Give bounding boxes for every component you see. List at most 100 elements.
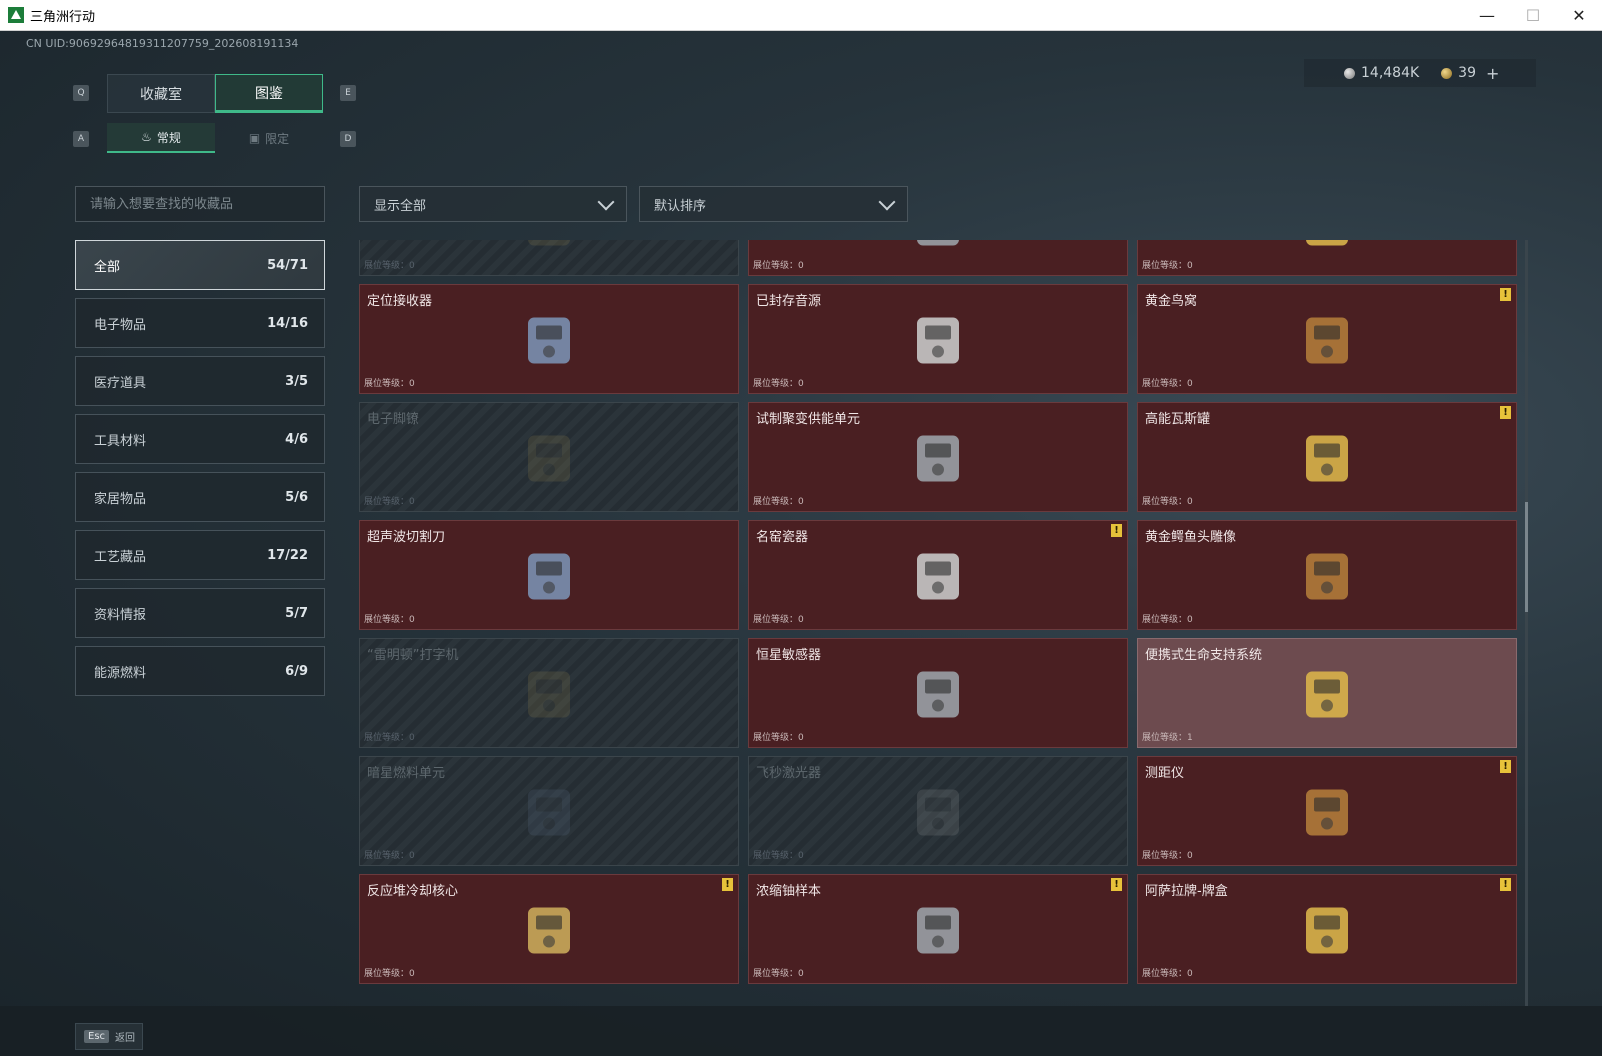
category-intel[interactable]: 资料情报 5/7 [75, 588, 325, 638]
item-card[interactable]: 展位等级：0 [359, 240, 739, 276]
item-level: 展位等级：0 [364, 848, 415, 861]
item-card[interactable]: 反应堆冷却核心 展位等级：0! [359, 874, 739, 984]
category-count: 54/71 [267, 257, 308, 273]
item-level: 展位等级：0 [753, 966, 804, 979]
search-input[interactable] [75, 186, 325, 222]
item-card[interactable]: 飞秒激光器 展位等级：0 [748, 756, 1128, 866]
item-card[interactable]: 黄金鸟窝 展位等级：0! [1137, 284, 1517, 394]
maximize-icon[interactable]: ☐ [1510, 0, 1556, 31]
cutter-icon [528, 553, 570, 600]
item-name: 已封存音源 [756, 294, 822, 309]
item-level-value: 0 [1187, 497, 1193, 507]
app-logo-icon [8, 7, 24, 23]
tab-regular[interactable]: ♨ 常规 [107, 123, 215, 153]
category-count: 5/6 [285, 489, 308, 505]
item-card[interactable]: 高能瓦斯罐 展位等级：0! [1137, 402, 1517, 512]
item-level-value: 0 [1187, 969, 1193, 979]
item-name: 测距仪 [1145, 766, 1185, 781]
item-card[interactable]: 已封存音源展位等级：0 [748, 284, 1128, 394]
item-level-label: 展位等级： [753, 969, 799, 979]
tab-codex[interactable]: 图鉴 [215, 74, 323, 113]
category-medical[interactable]: 医疗道具 3/5 [75, 356, 325, 406]
category-electronics[interactable]: 电子物品 14/16 [75, 298, 325, 348]
item-name: 高能瓦斯罐 [1145, 412, 1211, 427]
new-badge-icon: ! [1111, 524, 1122, 537]
item-level: 展位等级：0 [364, 258, 415, 271]
chevron-down-icon [597, 193, 615, 211]
currency-display: 14,484K 39 + [1304, 59, 1536, 87]
scrollbar-thumb[interactable] [1525, 502, 1528, 612]
map-icon [917, 240, 959, 246]
item-card[interactable]: 试制聚变供能单元 展位等级：0 [748, 402, 1128, 512]
minimize-icon[interactable]: — [1464, 0, 1510, 31]
new-badge-icon: ! [1111, 878, 1122, 891]
chevron-down-icon [878, 193, 896, 211]
tab-collection-room[interactable]: 收藏室 [107, 74, 215, 113]
item-level: 展位等级：1 [1142, 730, 1193, 743]
item-card[interactable]: “雷明顿”打字机 展位等级：0 [359, 638, 739, 748]
category-count: 3/5 [285, 373, 308, 389]
item-name: “雷明顿”打字机 [367, 648, 459, 663]
add-currency-button[interactable]: + [1486, 64, 1499, 83]
item-name: 定位接收器 [367, 294, 433, 309]
golden-nest-icon [1306, 317, 1348, 364]
close-icon[interactable]: ✕ [1556, 0, 1602, 31]
item-card[interactable]: 暗星燃料单元 展位等级：0 [359, 756, 739, 866]
item-name: 超声波切割刀 [367, 530, 446, 545]
item-card[interactable]: 恒星敏感器 展位等级：0 [748, 638, 1128, 748]
item-card[interactable]: 电子脚镣 展位等级：0 [359, 402, 739, 512]
gold-amount: 39 [1458, 65, 1476, 81]
item-level: 展位等级：0 [753, 494, 804, 507]
new-badge-icon: ! [1500, 288, 1511, 301]
category-household[interactable]: 家居物品 5/6 [75, 472, 325, 522]
key-hint-prev-main: Q [73, 85, 89, 101]
sort-dropdown[interactable]: 默认排序 [639, 186, 908, 222]
back-button[interactable]: Esc 返回 [75, 1023, 143, 1050]
display-filter-dropdown[interactable]: 显示全部 [359, 186, 627, 222]
item-level-value: 0 [1187, 615, 1193, 625]
category-tools[interactable]: 工具材料 4/6 [75, 414, 325, 464]
item-card[interactable]: 展位等级：0 [748, 240, 1128, 276]
category-count: 14/16 [267, 315, 308, 331]
item-level-value: 0 [798, 497, 804, 507]
category-energy[interactable]: 能源燃料 6/9 [75, 646, 325, 696]
key-hint-prev-sub: A [73, 131, 89, 147]
item-level-value: 0 [409, 733, 415, 743]
item-card[interactable]: 展位等级：0 [1137, 240, 1517, 276]
item-card[interactable]: 便携式生命支持系统 展位等级：1 [1137, 638, 1517, 748]
category-crafts[interactable]: 工艺藏品 17/22 [75, 530, 325, 580]
item-level-label: 展位等级： [364, 969, 410, 979]
item-card[interactable]: 定位接收器 展位等级：0 [359, 284, 739, 394]
item-card[interactable]: 浓缩铀样本 展位等级：0! [748, 874, 1128, 984]
grid-scrollbar[interactable] [1525, 240, 1528, 1006]
display-filter-value: 显示全部 [374, 198, 427, 214]
item-level-value: 0 [409, 261, 415, 271]
item-name: 恒星敏感器 [756, 648, 822, 663]
sub-tabs: ♨ 常规 ▣ 限定 [107, 123, 323, 153]
item-card[interactable]: 名窑瓷器 展位等级：0! [748, 520, 1128, 630]
item-level-label: 展位等级： [364, 379, 410, 389]
item-level-value: 0 [409, 851, 415, 861]
tab-limited[interactable]: ▣ 限定 [215, 123, 323, 153]
item-level-label: 展位等级： [753, 851, 799, 861]
item-name: 飞秒激光器 [756, 766, 822, 781]
item-name: 黄金鸟窝 [1145, 294, 1198, 309]
sort-value: 默认排序 [654, 198, 707, 214]
item-card[interactable]: 测距仪 展位等级：0! [1137, 756, 1517, 866]
item-card[interactable]: 黄金鳄鱼头雕像 展位等级：0 [1137, 520, 1517, 630]
item-level: 展位等级：0 [1142, 258, 1193, 271]
item-level-value: 1 [1187, 733, 1193, 743]
item-level-label: 展位等级： [1142, 615, 1188, 625]
esc-key-hint: Esc [84, 1030, 110, 1043]
item-card[interactable]: 超声波切割刀 展位等级：0 [359, 520, 739, 630]
item-level-label: 展位等级： [753, 733, 799, 743]
category-label: 工艺藏品 [94, 549, 147, 565]
item-name: 电子脚镣 [367, 412, 420, 427]
item-level-value: 0 [1187, 379, 1193, 389]
item-level: 展位等级：0 [753, 376, 804, 389]
category-label: 电子物品 [94, 317, 147, 333]
device-icon [528, 240, 570, 246]
window-title: 三角洲行动 [30, 9, 96, 25]
item-card[interactable]: 阿萨拉牌-牌盒 展位等级：0! [1137, 874, 1517, 984]
category-all[interactable]: 全部 54/71 [75, 240, 325, 290]
